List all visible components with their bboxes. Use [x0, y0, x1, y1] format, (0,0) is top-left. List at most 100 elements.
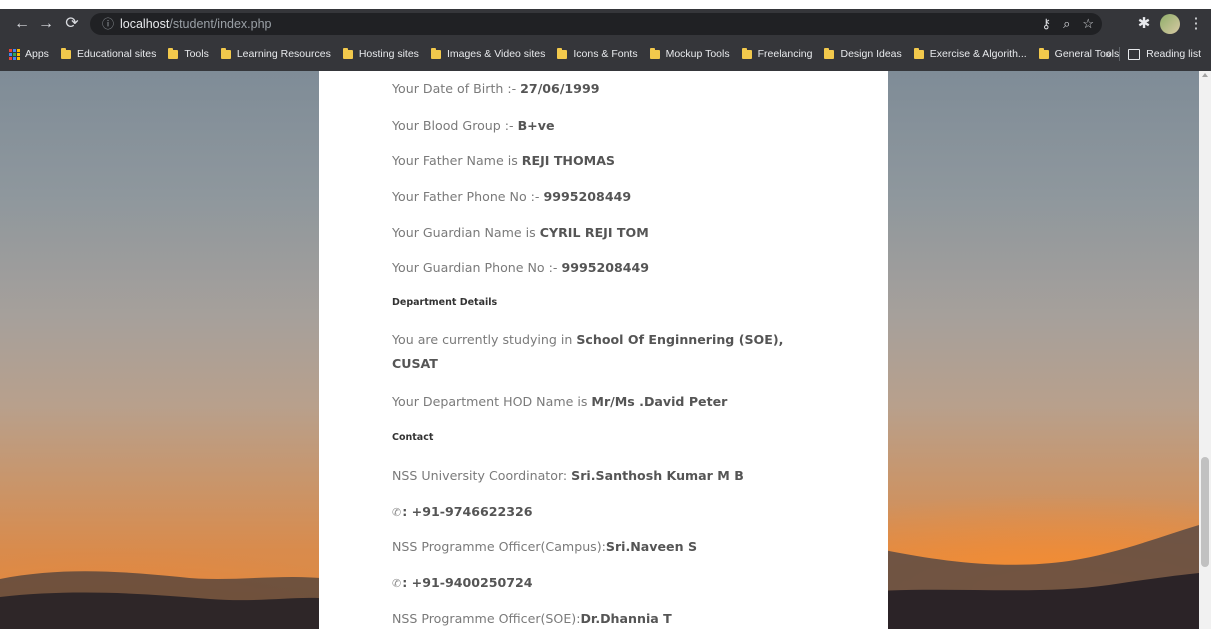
father-name-value: REJI THOMAS	[521, 153, 616, 168]
bookmark-label: Hosting sites	[358, 48, 419, 60]
bookmark-tools[interactable]: Tools	[163, 43, 216, 65]
folder-icon	[168, 47, 179, 59]
profile-avatar[interactable]	[1160, 14, 1180, 34]
campus-officer-phone-line: ✆: +91-9400250724	[392, 575, 533, 590]
nss-coordinator-label: NSS University Coordinator:	[392, 468, 572, 483]
folder-icon	[557, 47, 568, 59]
key-icon[interactable]: ⚷	[1042, 15, 1052, 33]
bookmark-apps[interactable]: Apps	[0, 43, 56, 65]
bookmark-label: Educational sites	[76, 48, 157, 60]
folder-icon	[1038, 47, 1049, 59]
bookmark-label: Exercise & Algorith...	[929, 48, 1027, 60]
guardian-name-value: CYRIL REJI TOM	[539, 225, 649, 240]
soe-officer-value: Dr.Dhannia T	[580, 611, 672, 626]
bookmark-label: Icons & Fonts	[573, 48, 638, 60]
bookmark-mockup-tools[interactable]: Mockup Tools	[645, 43, 737, 65]
apps-grid-icon	[9, 48, 20, 60]
soe-officer-line: NSS Programme Officer(SOE):Dr.Dhannia T	[392, 611, 672, 626]
nss-coordinator-line: NSS University Coordinator: Sri.Santhosh…	[392, 468, 744, 483]
dob-label: Your Date of Birth :-	[392, 81, 521, 96]
nss-coordinator-phone-line: ✆: +91-9746622326	[392, 504, 533, 519]
campus-officer-label: NSS Programme Officer(Campus):	[392, 539, 606, 554]
bookmark-educational-sites[interactable]: Educational sites	[56, 43, 163, 65]
folder-icon	[913, 47, 924, 59]
bookmarks-right: » Reading list	[1105, 43, 1201, 65]
bookmark-label: Tools	[184, 48, 209, 60]
blood-group-value: B+ve	[517, 118, 555, 133]
star-icon[interactable]: ☆	[1082, 15, 1094, 33]
blood-group-line: Your Blood Group :- B+ve	[392, 118, 554, 133]
bookmark-icons-fonts[interactable]: Icons & Fonts	[552, 43, 644, 65]
bookmark-images-video-sites[interactable]: Images & Video sites	[426, 43, 552, 65]
nss-coordinator-phone: : +91-9746622326	[402, 504, 533, 519]
father-phone-line: Your Father Phone No :- 9995208449	[392, 189, 631, 204]
hod-label: Your Department HOD Name is	[392, 394, 592, 409]
reading-list-button[interactable]: Reading list	[1146, 48, 1201, 60]
folder-icon	[824, 47, 835, 59]
campus-officer-phone: : +91-9400250724	[402, 575, 533, 590]
studying-line: You are currently studying in School Of …	[392, 332, 783, 347]
bookmarks-bar: Apps Educational sites Tools Learning Re…	[0, 41, 1211, 67]
reload-icon[interactable]: ⟳	[62, 14, 82, 34]
info-icon[interactable]: ⓘ	[100, 15, 116, 33]
address-bar[interactable]: ⓘ localhost/student/index.php ⚷ ⌕ ☆	[90, 13, 1102, 35]
back-arrow-icon[interactable]: ←	[12, 14, 32, 34]
folder-icon	[220, 47, 231, 59]
bookmark-freelancing[interactable]: Freelancing	[737, 43, 820, 65]
scroll-up-arrow-icon[interactable]	[1202, 73, 1208, 77]
father-phone-label: Your Father Phone No :-	[392, 189, 544, 204]
student-details-panel: Your Date of Birth :- 27/06/1999 Your Bl…	[319, 71, 888, 629]
window-top-strip	[0, 0, 1211, 9]
campus-officer-line: NSS Programme Officer(Campus):Sri.Naveen…	[392, 539, 697, 554]
campus-officer-value: Sri.Naveen S	[605, 539, 698, 554]
guardian-phone-line: Your Guardian Phone No :- 9995208449	[392, 260, 649, 275]
folder-icon	[741, 47, 752, 59]
scrollbar-thumb[interactable]	[1201, 457, 1209, 567]
bookmark-design-ideas[interactable]: Design Ideas	[819, 43, 908, 65]
phone-icon: ✆	[392, 506, 402, 519]
mountain-right-silhouette	[879, 525, 1199, 629]
university-value: CUSAT	[392, 356, 438, 371]
reading-list-icon[interactable]	[1128, 48, 1141, 60]
mountain-left-silhouette	[0, 571, 330, 629]
url-host: localhost	[120, 17, 170, 31]
phone-icon: ✆	[392, 577, 402, 590]
address-row: ← → ⟳ ⓘ localhost/student/index.php ⚷ ⌕ …	[0, 9, 1211, 39]
dob-value: 27/06/1999	[520, 81, 600, 96]
bookmark-label: Mockup Tools	[665, 48, 730, 60]
bookmark-label: Images & Video sites	[446, 48, 546, 60]
page-scrollbar[interactable]	[1199, 71, 1211, 629]
menu-kebab-icon[interactable]: ⋮	[1186, 14, 1206, 34]
page-viewport: Your Date of Birth :- 27/06/1999 Your Bl…	[0, 71, 1211, 629]
hod-line: Your Department HOD Name is Mr/Ms .David…	[392, 394, 727, 409]
studying-label: You are currently studying in	[392, 332, 577, 347]
zoom-icon[interactable]: ⌕	[1063, 15, 1070, 33]
soe-officer-label: NSS Programme Officer(SOE):	[392, 611, 581, 626]
folder-icon	[60, 47, 71, 59]
department-details-heading: Department Details	[392, 297, 498, 308]
bookmark-label: Design Ideas	[840, 48, 902, 60]
guardian-name-line: Your Guardian Name is CYRIL REJI TOM	[392, 225, 649, 240]
guardian-phone-label: Your Guardian Phone No :-	[392, 260, 562, 275]
blood-group-label: Your Blood Group :-	[392, 118, 518, 133]
folder-icon	[649, 47, 660, 59]
guardian-name-label: Your Guardian Name is	[392, 225, 540, 240]
studying-value: School Of Enginnering (SOE),	[576, 332, 784, 347]
nss-coordinator-value: Sri.Santhosh Kumar M B	[571, 468, 744, 483]
bookmark-learning-resources[interactable]: Learning Resources	[216, 43, 338, 65]
father-name-label: Your Father Name is	[392, 153, 522, 168]
guardian-phone-value: 9995208449	[561, 260, 650, 275]
url-path: /student/index.php	[169, 17, 272, 31]
father-name-line: Your Father Name is REJI THOMAS	[392, 153, 615, 168]
bookmark-exercise-algorithms[interactable]: Exercise & Algorith...	[909, 43, 1034, 65]
omnibox-tools: ⚷ ⌕ ☆	[1042, 15, 1094, 33]
browser-chrome: ← → ⟳ ⓘ localhost/student/index.php ⚷ ⌕ …	[0, 9, 1211, 71]
hod-value: Mr/Ms .David Peter	[591, 394, 728, 409]
contact-heading: Contact	[392, 432, 434, 443]
bookmark-label: Apps	[25, 48, 49, 60]
bookmark-hosting-sites[interactable]: Hosting sites	[338, 43, 426, 65]
bookmarks-overflow-button[interactable]: »	[1105, 48, 1111, 60]
extensions-puzzle-icon[interactable]: ✱	[1134, 14, 1154, 34]
forward-arrow-icon[interactable]: →	[36, 14, 56, 34]
url-text[interactable]: localhost/student/index.php	[120, 15, 272, 33]
